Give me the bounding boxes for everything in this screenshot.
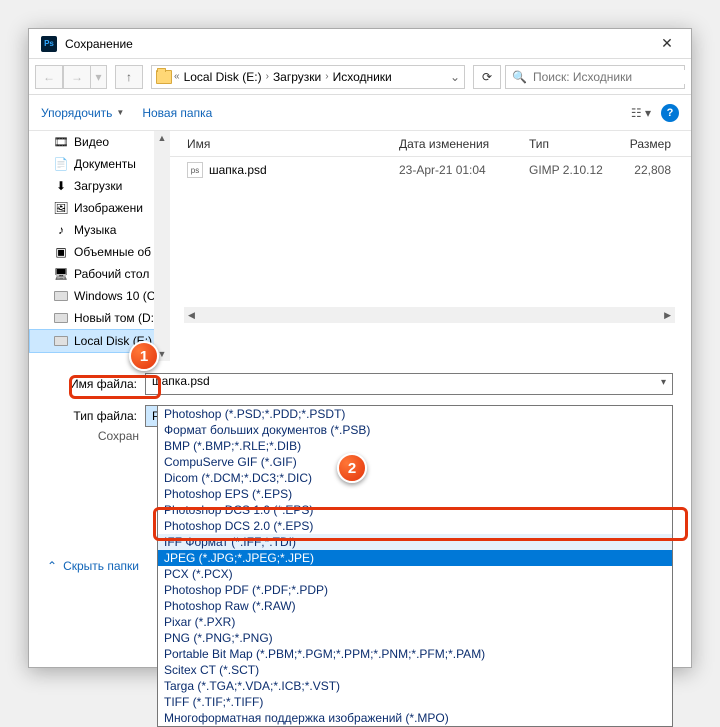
file-type: GIMP 2.10.12 [529,163,629,177]
organize-button[interactable]: Упорядочить▼ [41,106,124,120]
sidebar-item-desktop[interactable]: 🖥Рабочий стол [29,263,168,285]
image-icon: 🖼 [53,200,69,216]
drive-icon [53,310,69,326]
dropdown-option[interactable]: PCX (*.PCX) [158,566,672,582]
sidebar-item-pictures[interactable]: 🖼Изображени [29,197,168,219]
body: 🎞Видео 📄Документы ⬇Загрузки 🖼Изображени … [29,131,691,361]
dropdown-option[interactable]: Photoshop DCS 1.0 (*.EPS) [158,502,672,518]
close-button[interactable]: ✕ [647,30,687,58]
annotation-marker-1: 1 [129,341,159,371]
sidebar-scrollbar[interactable]: ▲ ▼ [154,131,170,361]
drive-icon [53,288,69,304]
scroll-up-icon[interactable]: ▲ [158,133,167,143]
dropdown-option[interactable]: Photoshop PDF (*.PDF;*.PDP) [158,582,672,598]
column-date[interactable]: Дата изменения [389,137,519,151]
app-icon: Ps [41,36,57,52]
annotation-marker-2: 2 [337,453,367,483]
sidebar-item-documents[interactable]: 📄Документы [29,153,168,175]
file-list: Имя Дата изменения Тип Размер ps шапка.p… [169,131,691,361]
dropdown-option[interactable]: Формат больших документов (*.PSB) [158,422,672,438]
scroll-right-icon[interactable]: ▶ [664,310,671,321]
titlebar: Ps Сохранение ✕ [29,29,691,59]
file-list-header: Имя Дата изменения Тип Размер [169,131,691,157]
column-name[interactable]: Имя [169,137,389,151]
dropdown-option[interactable]: Photoshop (*.PSD;*.PDD;*.PSDT) [158,406,672,422]
chevron-right-icon: « [174,71,180,82]
save-dialog: Ps Сохранение ✕ ← → ▾ ↑ « Local Disk (E:… [28,28,692,668]
dropdown-option[interactable]: Dicom (*.DCM;*.DC3;*.DIC) [158,470,672,486]
file-row[interactable]: ps шапка.psd 23-Apr-21 01:04 GIMP 2.10.1… [169,157,691,179]
breadcrumb-dropdown-icon[interactable]: ⌄ [450,70,460,84]
new-folder-button[interactable]: Новая папка [142,106,212,120]
breadcrumb[interactable]: « Local Disk (E:) › Загрузки › Исходники… [151,65,465,89]
search-input[interactable]: 🔍 [505,65,685,89]
folder-icon [156,70,172,84]
download-icon: ⬇ [53,178,69,194]
horizontal-scrollbar[interactable]: ◀ ▶ [184,307,675,323]
nav-up-button[interactable]: ↑ [115,65,143,89]
drive-icon [53,333,69,349]
filetype-label: Тип файла: [47,409,137,423]
sidebar-item-drive-c[interactable]: Windows 10 (C: [29,285,168,307]
dropdown-option[interactable]: IFF Формат (*.IFF;*.TDI) [158,534,672,550]
dropdown-option[interactable]: Photoshop EPS (*.EPS) [158,486,672,502]
document-icon: 📄 [53,156,69,172]
toolbar: Упорядочить▼ Новая папка ☷ ▾ ? [29,95,691,131]
filename-input[interactable]: шапка.psd [145,373,673,395]
breadcrumb-item[interactable]: Local Disk (E:) [182,70,264,84]
dropdown-option[interactable]: TIFF (*.TIF;*.TIFF) [158,694,672,710]
video-icon: 🎞 [53,134,69,150]
search-field[interactable] [533,70,688,84]
breadcrumb-item[interactable]: Загрузки [271,70,323,84]
dropdown-option[interactable]: Photoshop DCS 2.0 (*.EPS) [158,518,672,534]
file-name: шапка.psd [209,163,399,177]
nav-back-button[interactable]: ← [35,65,63,89]
cube-icon: ▣ [53,244,69,260]
dropdown-option[interactable]: BMP (*.BMP;*.RLE;*.DIB) [158,438,672,454]
dropdown-option[interactable]: PNG (*.PNG;*.PNG) [158,630,672,646]
filetype-dropdown-list[interactable]: Photoshop (*.PSD;*.PDD;*.PSDT) Формат бо… [157,405,673,727]
dropdown-option[interactable]: Photoshop Raw (*.RAW) [158,598,672,614]
breadcrumb-item[interactable]: Исходники [331,70,394,84]
chevron-right-icon: › [266,71,269,82]
chevron-right-icon: › [325,71,328,82]
column-size[interactable]: Размер [619,137,691,151]
refresh-button[interactable]: ⟳ [473,65,501,89]
desktop-icon: 🖥 [53,266,69,282]
search-icon: 🔍 [512,70,527,84]
sidebar-item-drive-d[interactable]: Новый том (D:) [29,307,168,329]
dropdown-option[interactable]: Pixar (*.PXR) [158,614,672,630]
sidebar: 🎞Видео 📄Документы ⬇Загрузки 🖼Изображени … [29,131,169,353]
dropdown-option-jpeg[interactable]: JPEG (*.JPG;*.JPEG;*.JPE) [158,550,672,566]
dropdown-option[interactable]: CompuServe GIF (*.GIF) [158,454,672,470]
file-size: 22,808 [629,163,691,177]
filename-label: Имя файла: [47,377,137,391]
file-date: 23-Apr-21 01:04 [399,163,529,177]
scroll-left-icon[interactable]: ◀ [188,310,195,321]
help-button[interactable]: ? [661,104,679,122]
dropdown-option[interactable]: Многоформатная поддержка изображений (*.… [158,710,672,726]
dropdown-option[interactable]: Scitex CT (*.SCT) [158,662,672,678]
dropdown-option[interactable]: Targa (*.TGA;*.VDA;*.ICB;*.VST) [158,678,672,694]
navbar: ← → ▾ ↑ « Local Disk (E:) › Загрузки › И… [29,59,691,95]
sidebar-item-videos[interactable]: 🎞Видео [29,131,168,153]
save-label: Сохран [49,429,139,443]
music-icon: ♪ [53,222,69,238]
window-title: Сохранение [65,37,647,51]
sidebar-item-downloads[interactable]: ⬇Загрузки [29,175,168,197]
column-type[interactable]: Тип [519,137,619,151]
chevron-up-icon: ⌃ [47,559,57,573]
view-options-button[interactable]: ☷ ▾ [631,106,651,120]
nav-history-dropdown[interactable]: ▾ [91,65,107,89]
sidebar-item-music[interactable]: ♪Музыка [29,219,168,241]
hide-folders-button[interactable]: ⌃ Скрыть папки [47,559,139,573]
psd-file-icon: ps [187,162,203,178]
sidebar-item-3d[interactable]: ▣Объемные об [29,241,168,263]
chevron-down-icon: ▼ [116,108,124,117]
nav-forward-button[interactable]: → [63,65,91,89]
dropdown-option[interactable]: Portable Bit Map (*.PBM;*.PGM;*.PPM;*.PN… [158,646,672,662]
